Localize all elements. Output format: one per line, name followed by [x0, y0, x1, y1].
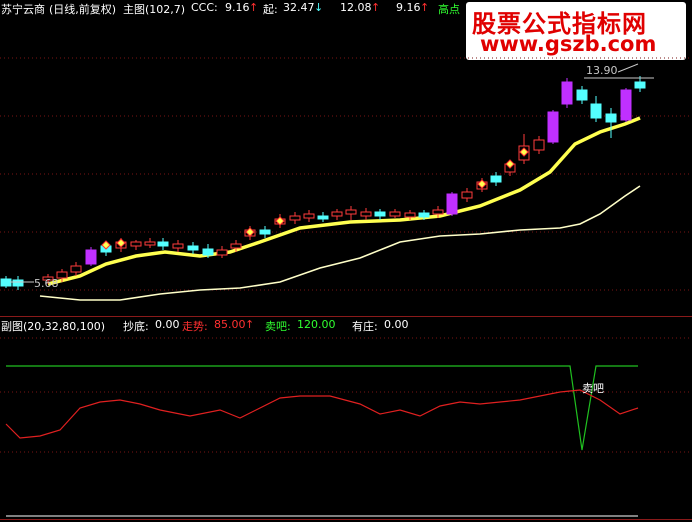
- sub-chart-panel[interactable]: 卖吧: [0, 330, 692, 522]
- high-pointer-line: [617, 63, 639, 73]
- candle-body: [490, 175, 502, 183]
- trend-line: [5, 389, 639, 439]
- candle-body: [561, 81, 573, 105]
- candle-body: [374, 211, 386, 217]
- candle-body: [576, 89, 588, 101]
- low-annotation: 5.68: [34, 277, 59, 290]
- candle-body: [317, 215, 329, 220]
- candle-body: [0, 278, 12, 287]
- candle-body: [12, 279, 24, 287]
- candle-body: [620, 89, 632, 121]
- candle-body: [634, 81, 646, 89]
- candle-body: [418, 212, 430, 218]
- candle-body: [533, 139, 545, 151]
- value-3-up-arrow-icon: ↑: [371, 1, 381, 14]
- sub-grid: [0, 337, 692, 453]
- candle-body: [56, 271, 68, 279]
- main-grid: [0, 57, 692, 291]
- candle-body: [259, 229, 271, 235]
- ccc-value: 9.16: [225, 1, 250, 14]
- high-annotation: 13.90: [586, 64, 618, 77]
- candle-body: [187, 245, 199, 251]
- frame-bottom: [0, 519, 692, 520]
- ma-thick-line: [47, 116, 641, 286]
- candle-body: [289, 215, 301, 221]
- candle-body: [144, 241, 156, 246]
- main-chart-panel[interactable]: 13.90 5.68: [0, 14, 692, 316]
- candle-body: [303, 213, 315, 219]
- candle-body: [70, 265, 82, 273]
- ma-thin-line: [39, 185, 641, 301]
- candle-body: [404, 212, 416, 218]
- value-3: 12.08: [340, 1, 372, 14]
- candle-body: [230, 243, 242, 249]
- sell-signal-line: [6, 365, 638, 451]
- value-4-up-arrow-icon: ↑: [420, 1, 430, 14]
- sell-annotation: 卖吧: [582, 382, 604, 395]
- candle-body: [605, 113, 617, 123]
- candlestick-series: [0, 76, 646, 290]
- sub-chart-header: 副图(20,32,80,100) 抄底: 0.00 走势: 85.00 ↑ 卖吧…: [0, 317, 692, 333]
- qi-down-arrow-icon: ↓: [314, 1, 324, 14]
- qi-value: 32.47: [283, 1, 315, 14]
- candle-body: [331, 211, 343, 217]
- candle-body: [172, 243, 184, 249]
- candle-body: [461, 191, 473, 199]
- candle-body: [590, 103, 602, 119]
- stock-chart-window: { "header": { "stock_name": "苏宁云商", "per…: [0, 0, 692, 522]
- candle-body: [216, 249, 228, 256]
- candle-body: [446, 193, 458, 215]
- candle-body: [345, 209, 357, 215]
- ccc-up-arrow-icon: ↑: [249, 1, 259, 14]
- candle-body: [389, 211, 401, 217]
- candle-body: [432, 209, 444, 215]
- candle-body: [547, 111, 559, 143]
- candle-body: [202, 248, 214, 256]
- candle-body: [130, 241, 142, 247]
- candle-body: [360, 211, 372, 217]
- candle-body: [85, 249, 97, 265]
- ccc-label: CCC:: [191, 1, 218, 14]
- value-4: 9.16: [396, 1, 421, 14]
- candle-body: [157, 241, 169, 247]
